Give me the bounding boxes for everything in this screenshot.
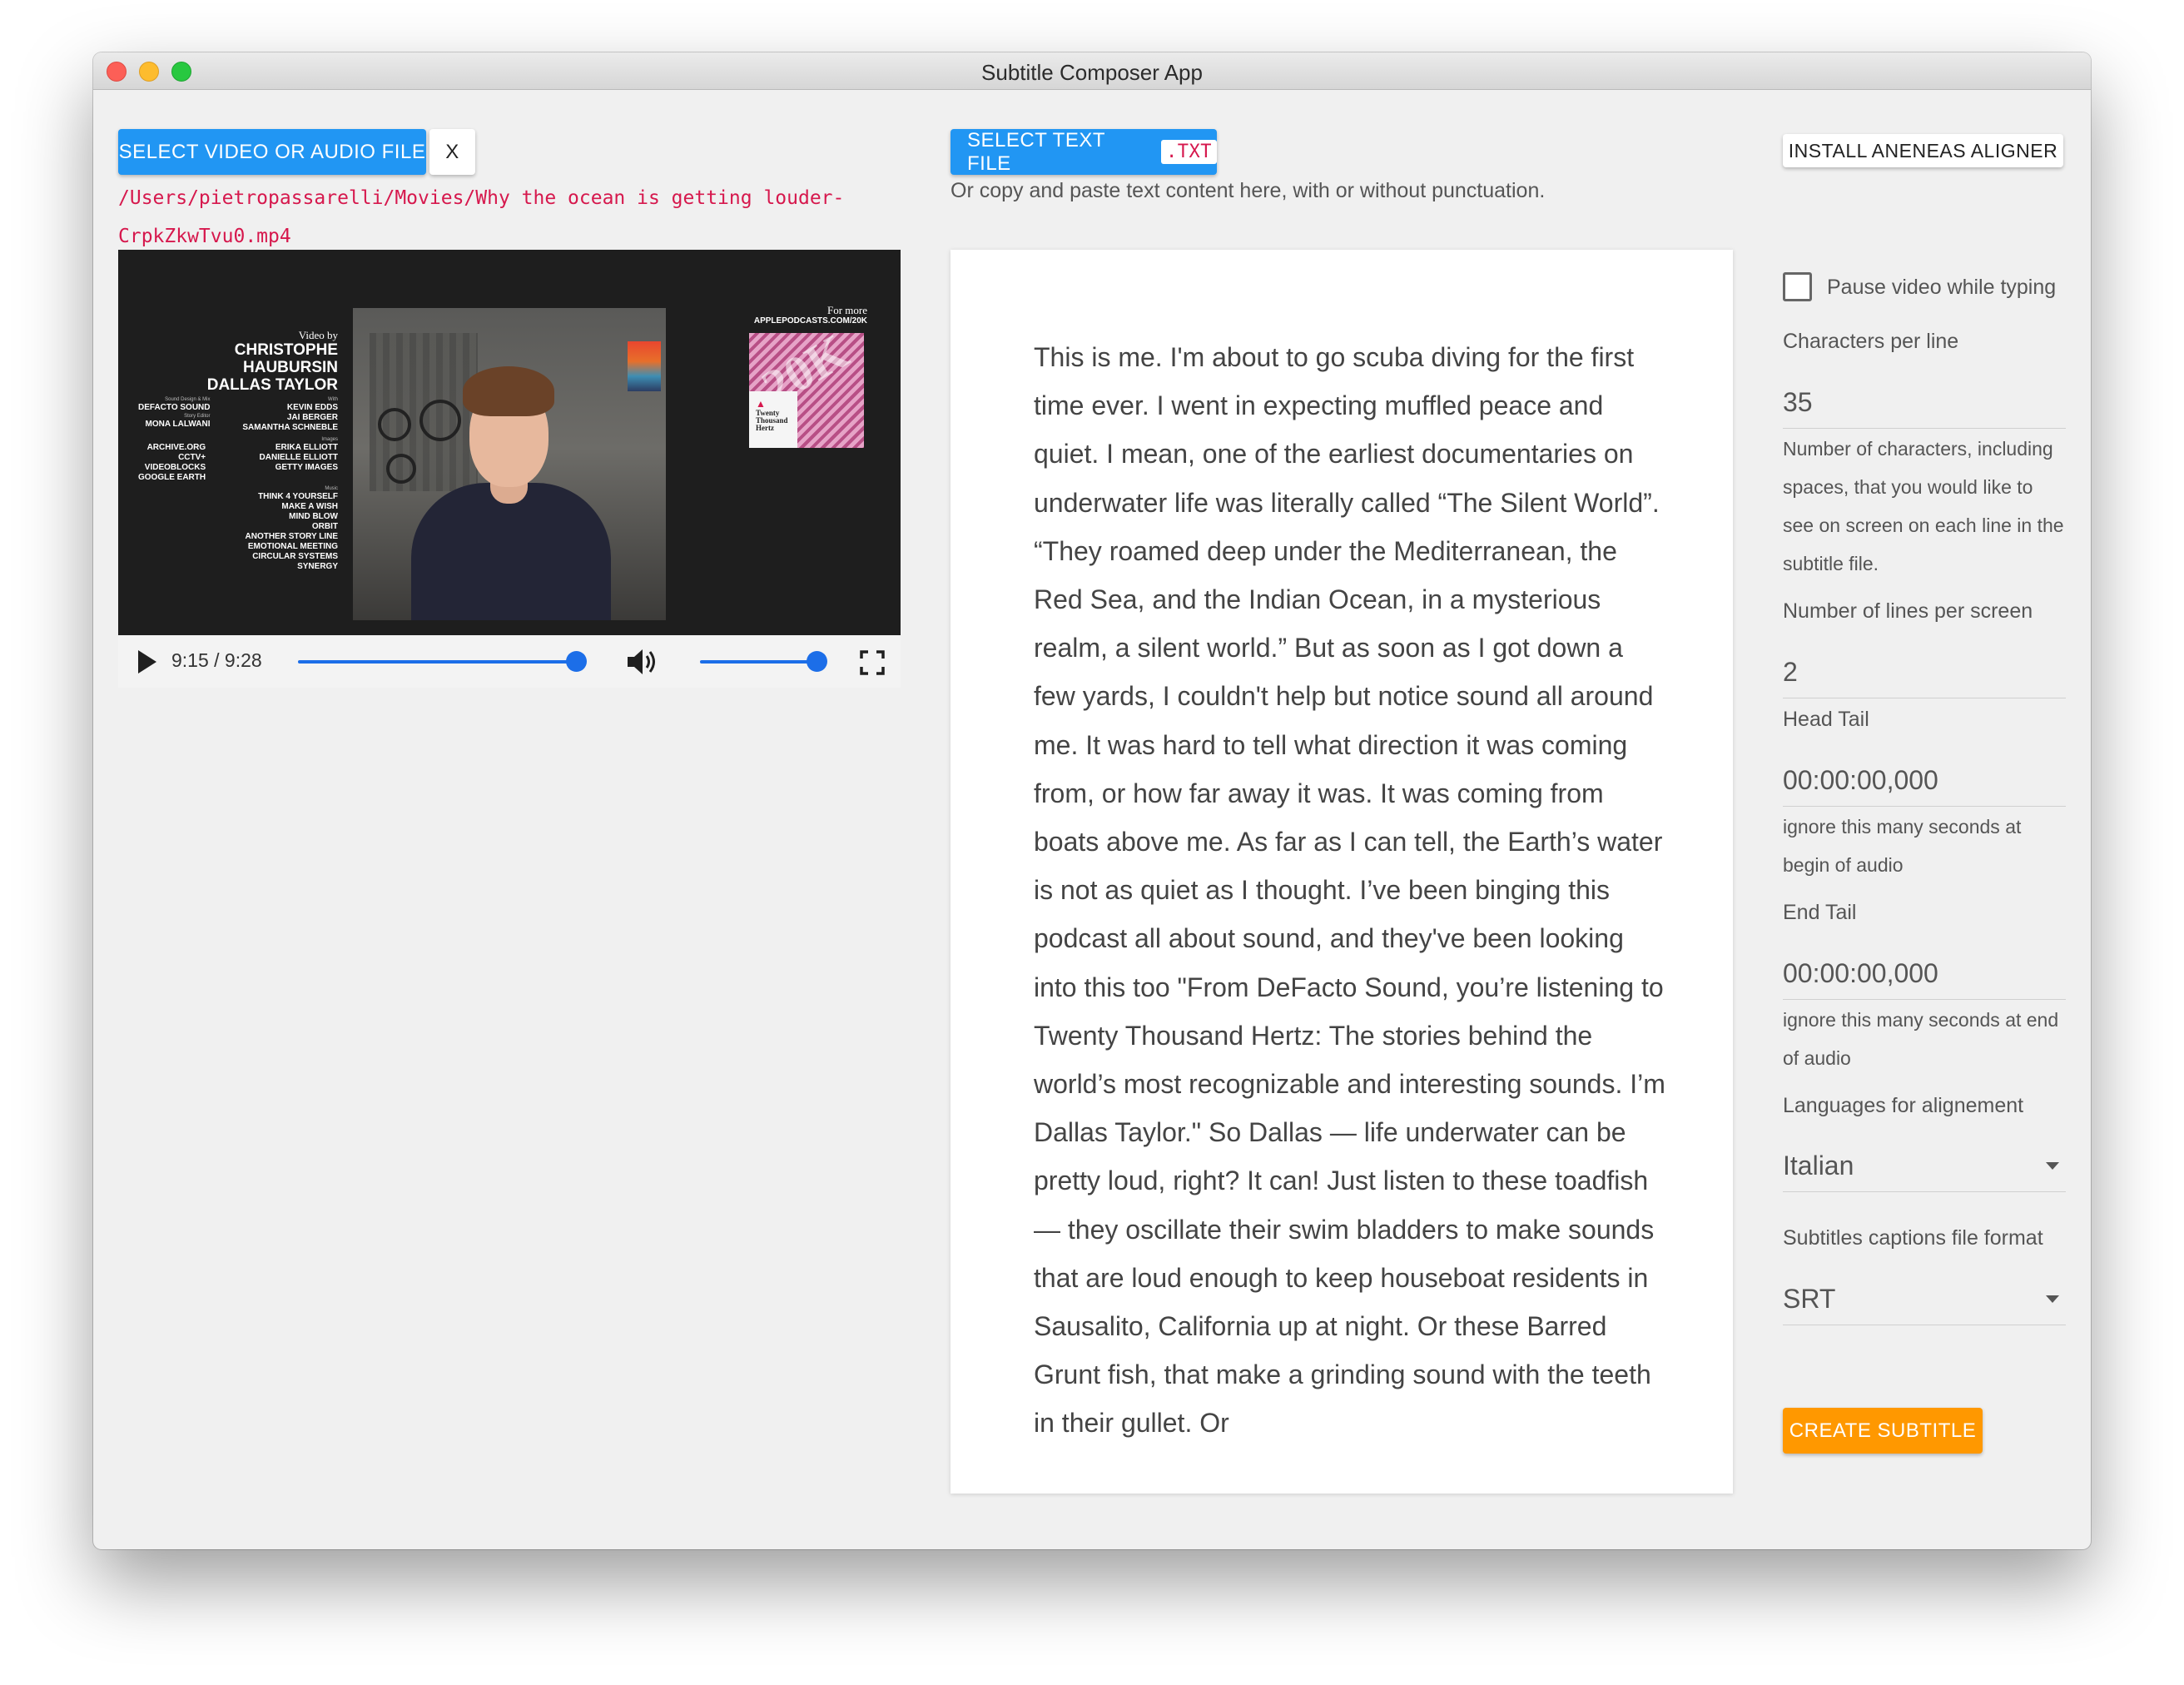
transcript-editor[interactable]: This is me. I'm about to go scuba diving… [951,250,1733,1494]
install-aligner-button[interactable]: INSTALL ANENEAS ALIGNER [1783,134,2063,167]
pause-video-checkbox[interactable] [1783,272,1812,301]
presenter-frame [353,308,666,620]
video-credits: Video by CHRISTOPHE HAUBURSIN DALLAS TAY… [138,329,338,571]
paste-hint: Or copy and paste text content here, wit… [951,179,1546,202]
video-player[interactable]: Video by CHRISTOPHE HAUBURSIN DALLAS TAY… [118,250,901,635]
head-tail-input[interactable]: 00:00:00,000 [1783,753,2066,807]
format-label: Subtitles captions file format [1783,1226,2043,1250]
fullscreen-icon[interactable] [860,650,885,675]
lines-per-screen-label: Number of lines per screen [1783,599,2033,623]
clear-media-button[interactable]: X [429,129,475,175]
create-subtitle-button[interactable]: CREATE SUBTITLE [1783,1408,1983,1454]
promo-text: For more APPLEPODCASTS.COM/20K [753,304,867,326]
volume-icon[interactable] [626,648,661,676]
chevron-down-icon [2046,1162,2059,1170]
seek-slider[interactable] [298,660,583,664]
pause-video-label: Pause video while typing [1827,276,2057,299]
select-text-file-label: SELECT TEXT FILE [967,128,1105,175]
txt-extension-badge: .TXT [1161,140,1217,164]
format-select[interactable]: SRT [1783,1272,2066,1325]
chars-per-line-help: Number of characters, including spaces, … [1783,438,2064,574]
select-media-button[interactable]: SELECT VIDEO OR AUDIO FILE [118,129,426,175]
volume-slider-thumb[interactable] [806,651,827,672]
language-label: Languages for alignement [1783,1094,2024,1117]
title-bar: Subtitle Composer App [93,52,2091,90]
time-display: 9:15 / 9:28 [171,649,262,671]
end-tail-label: End Tail [1783,901,1857,924]
lines-per-screen-input[interactable]: 2 [1783,645,2066,698]
chars-per-line-input[interactable]: 35 [1783,375,2066,429]
end-tail-input[interactable]: 00:00:00,000 [1783,947,2066,1000]
transcript-text[interactable]: This is me. I'm about to go scuba diving… [1034,333,1666,1448]
head-tail-help: ignore this many seconds at begin of aud… [1783,816,2022,876]
podcast-artwork: 20K ▲ Twenty Thousand Hertz [749,333,864,448]
seek-slider-thumb[interactable] [565,651,587,672]
head-tail-label: Head Tail [1783,708,1869,731]
app-window: Subtitle Composer App SELECT VIDEO OR AU… [93,52,2091,1549]
volume-slider[interactable] [700,660,817,664]
play-icon[interactable] [138,650,156,674]
language-select[interactable]: Italian [1783,1139,2066,1192]
media-file-path: /Users/pietropassarelli/Movies/Why the o… [118,187,845,247]
chevron-down-icon [2046,1295,2059,1303]
chars-per-line-label: Characters per line [1783,330,1959,353]
player-controls: 9:15 / 9:28 [118,635,901,688]
select-text-file-button[interactable]: SELECT TEXT FILE .TXT [951,129,1217,175]
end-tail-help: ignore this many seconds at end of audio [1783,1009,2059,1069]
window-title: Subtitle Composer App [981,60,1203,85]
